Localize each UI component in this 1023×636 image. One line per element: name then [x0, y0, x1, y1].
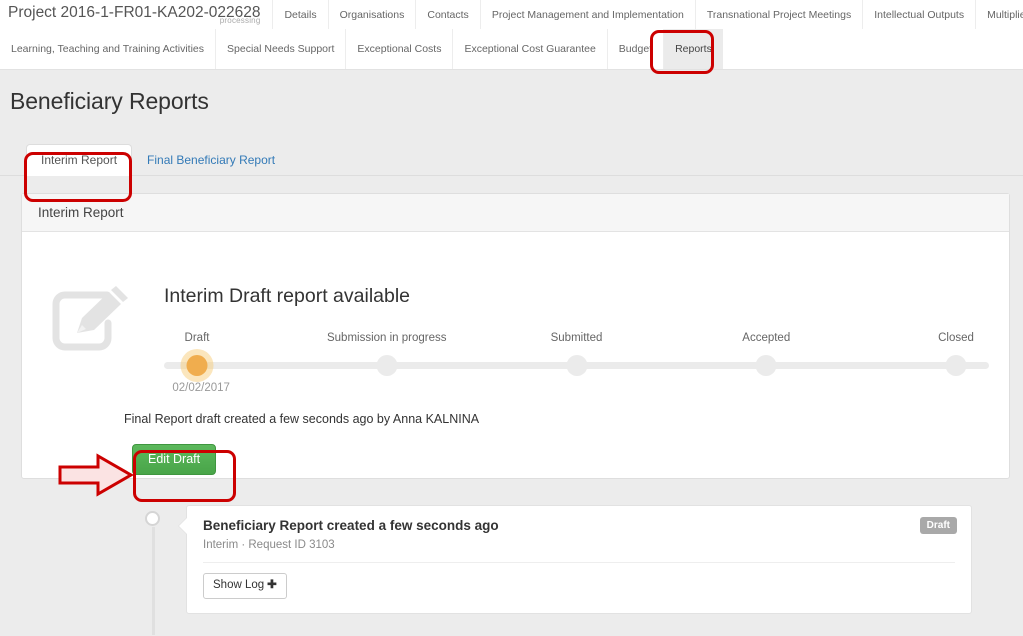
nav-item-multiplier-events[interactable]: Multiplier Events: [975, 0, 1023, 29]
nav-item-details[interactable]: Details: [272, 0, 327, 29]
show-log-label: Show Log: [213, 579, 265, 591]
step-dot-submitted[interactable]: [566, 355, 587, 376]
top-navigation: Project 2016-1-FR01-KA202-022628 process…: [0, 0, 1023, 70]
show-log-button[interactable]: Show Log ✚: [203, 573, 287, 599]
step-date-draft: 02/02/2017: [172, 382, 230, 394]
status-badge: Draft: [919, 517, 957, 534]
nav-item-exceptional-costs[interactable]: Exceptional Costs: [345, 29, 452, 69]
panel-actions: Edit Draft: [132, 444, 1009, 475]
project-status-text: processing: [219, 16, 261, 25]
report-history-timeline: Draft Beneficiary Report created a few s…: [140, 505, 1023, 635]
page-title: Beneficiary Reports: [10, 88, 209, 114]
step-dot-submission-in-progress[interactable]: [376, 355, 398, 376]
report-tabs: Interim Report Final Beneficiary Report: [0, 142, 1023, 176]
nav-item-reports[interactable]: Reports: [663, 29, 723, 69]
tab-interim-report[interactable]: Interim Report: [26, 143, 133, 176]
nav-item-project-management-and-implementation[interactable]: Project Management and Implementation: [479, 0, 695, 29]
timeline-line: [152, 527, 155, 635]
step-dot-closed[interactable]: [945, 355, 967, 376]
interim-report-panel: Interim Report Interim Draft report avai…: [21, 193, 1010, 479]
step-dot-draft[interactable]: [186, 355, 208, 376]
nav-item-exceptional-cost-guarantee[interactable]: Exceptional Cost Guarantee: [452, 29, 606, 69]
status-area: Interim Draft report available Draft Sub…: [124, 250, 1009, 475]
nav-item-special-needs-support[interactable]: Special Needs Support: [215, 29, 345, 69]
panel-header: Interim Report: [22, 194, 1009, 232]
report-created-note: Final Report draft created a few seconds…: [124, 412, 480, 426]
plus-icon: ✚: [267, 579, 277, 591]
timeline-entry-card: Draft Beneficiary Report created a few s…: [178, 505, 972, 614]
nav-item-learning-teaching-and-training-activities[interactable]: Learning, Teaching and Training Activiti…: [0, 29, 215, 69]
step-label-submission-in-progress: Submission in progress: [326, 332, 447, 344]
tab-final-beneficiary-report[interactable]: Final Beneficiary Report: [132, 144, 290, 176]
timeline-entry-subtitle: Interim · Request ID 3103: [203, 539, 955, 563]
panel-body: Interim Draft report available Draft Sub…: [22, 232, 1009, 475]
nav-row-primary: Project 2016-1-FR01-KA202-022628 process…: [0, 0, 1023, 29]
report-status-stepper: Draft Submission in progress Submitted A…: [164, 332, 989, 394]
nav-row-secondary: Learning, Teaching and Training Activiti…: [0, 29, 1023, 69]
nav-item-organisations[interactable]: Organisations: [327, 0, 416, 29]
edit-pencil-square-icon: [49, 285, 135, 357]
project-title: Project 2016-1-FR01-KA202-022628 process…: [0, 0, 272, 29]
status-heading: Interim Draft report available: [164, 285, 411, 307]
timeline-entry-title: Beneficiary Report created a few seconds…: [203, 518, 499, 533]
nav-item-budget[interactable]: Budget: [606, 29, 663, 69]
step-label-closed: Closed: [938, 332, 974, 344]
step-dot-accepted[interactable]: [755, 355, 777, 376]
step-label-draft: Draft: [184, 332, 210, 344]
step-label-accepted: Accepted: [742, 332, 791, 344]
nav-item-contacts[interactable]: Contacts: [415, 0, 479, 29]
nav-item-transnational-project-meetings[interactable]: Transnational Project Meetings: [694, 0, 862, 29]
nav-item-intellectual-outputs[interactable]: Intellectual Outputs: [862, 0, 975, 29]
step-label-submitted: Submitted: [550, 332, 603, 344]
timeline-marker-icon: [145, 511, 160, 526]
edit-draft-button[interactable]: Edit Draft: [132, 444, 217, 475]
stepper-labels: Draft Submission in progress Submitted A…: [164, 332, 989, 350]
